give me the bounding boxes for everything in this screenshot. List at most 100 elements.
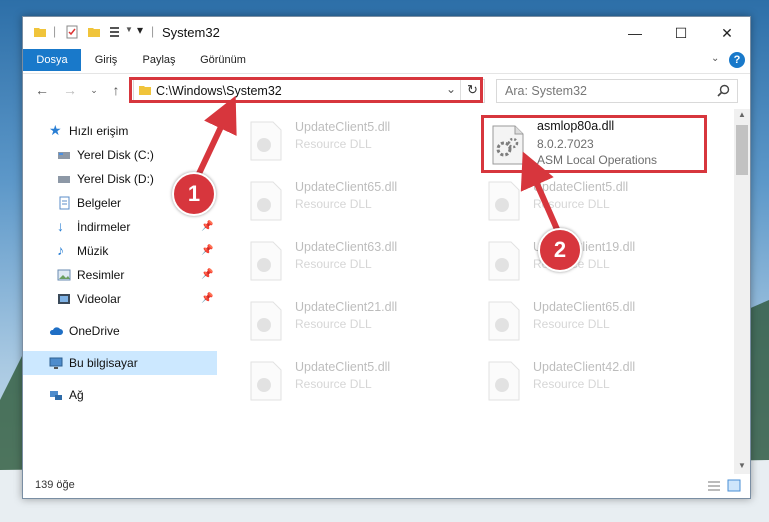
quick-access-dropdown-icon[interactable]: ▾ <box>137 23 143 37</box>
pin-icon[interactable]: 📌 <box>201 245 213 256</box>
new-folder-icon[interactable] <box>87 25 101 39</box>
details-view-icon[interactable] <box>707 480 721 492</box>
tab-paylas[interactable]: Paylaş <box>135 49 183 71</box>
file-type: Resource DLL <box>295 137 372 151</box>
file-name: UpdateClient65.dll <box>295 180 398 194</box>
sidebar-item-onedrive[interactable]: OneDrive <box>23 319 217 343</box>
sidebar-item-this-pc[interactable]: Bu bilgisayar <box>23 351 217 375</box>
tab-gorunum[interactable]: Görünüm <box>191 49 255 71</box>
list-item[interactable]: UpdateClient5.dll Resource DLL <box>481 175 711 225</box>
folder-icon <box>34 28 46 37</box>
file-name: UpdateClient65.dll <box>533 300 636 314</box>
vertical-scrollbar[interactable]: ▲ ▼ <box>734 109 750 474</box>
tab-giris[interactable]: Giriş <box>85 49 127 71</box>
network-icon <box>50 391 62 400</box>
file-type: Resource DLL <box>533 377 610 391</box>
maximize-button[interactable]: ☐ <box>658 17 704 49</box>
sidebar-item-network[interactable]: Ağ <box>23 383 217 407</box>
pictures-icon <box>57 269 71 281</box>
dll-file-icon <box>488 361 520 401</box>
file-type: Resource DLL <box>533 197 610 211</box>
pin-icon[interactable]: 📌 <box>201 293 213 304</box>
step-badge-1: 1 <box>172 172 216 216</box>
sidebar-item-label: Videolar <box>77 292 121 306</box>
list-item[interactable]: UpdateClient5.dll Resource DLL <box>243 355 473 405</box>
list-item[interactable]: UpdateClient42.dll Resource DLL <box>481 355 711 405</box>
list-item[interactable]: UpdateClient65.dll Resource DLL <box>481 295 711 345</box>
download-icon: ↓ <box>57 218 64 234</box>
sidebar-item-quick-access[interactable]: ★ Hızlı erişim <box>23 119 217 143</box>
separator: | <box>53 24 57 38</box>
scroll-down-icon[interactable]: ▼ <box>738 461 746 470</box>
file-name: UpdateClient5.dll <box>533 180 629 194</box>
dll-file-icon <box>250 241 282 281</box>
star-icon: ★ <box>49 122 62 138</box>
sidebar-item-label: Belgeler <box>77 196 122 210</box>
file-type: Resource DLL <box>295 317 372 331</box>
sidebar-item-music[interactable]: ♪ Müzik 📌 <box>23 239 217 263</box>
sidebar-item-label: İndirmeler <box>77 220 131 234</box>
ribbon-tabs: Dosya Giriş Paylaş Görünüm ⌄ ? <box>23 49 750 71</box>
file-name: UpdateClient42.dll <box>533 360 636 374</box>
up-arrow-icon[interactable]: ↑ <box>107 81 125 99</box>
file-type: Resource DLL <box>533 317 610 331</box>
dll-file-icon <box>250 361 282 401</box>
minimize-button[interactable]: — <box>612 17 658 49</box>
pin-icon[interactable]: 📌 <box>201 269 213 280</box>
item-count: 139 öğe <box>35 479 75 491</box>
list-item[interactable]: UpdateClient65.dll Resource DLL <box>243 175 473 225</box>
close-button[interactable]: ✕ <box>704 17 750 49</box>
step-badge-2: 2 <box>538 228 582 272</box>
list-item[interactable]: UpdateClient21.dll Resource DLL <box>243 295 473 345</box>
dll-file-icon <box>488 241 520 281</box>
properties-icon[interactable] <box>65 25 79 39</box>
computer-icon <box>49 357 63 369</box>
file-name: UpdateClient5.dll <box>295 360 391 374</box>
cloud-icon <box>49 327 63 335</box>
ribbon-expand-icon[interactable]: ⌄ <box>711 53 719 64</box>
search-placeholder: Ara: System32 <box>505 84 587 98</box>
sidebar-item-local-disk-c[interactable]: Yerel Disk (C:) <box>23 143 217 167</box>
list-item[interactable]: UpdateClient19.dll Resource DLL <box>481 235 711 285</box>
explorer-window: | ▼ ▾ | System32 — ☐ ✕ Dosya Giriş Payla… <box>22 16 751 499</box>
forward-arrow-icon[interactable]: → <box>61 81 79 99</box>
search-input[interactable]: Ara: System32 <box>496 79 738 103</box>
sidebar-item-label: Yerel Disk (C:) <box>77 148 154 162</box>
scrollbar-thumb[interactable] <box>736 125 748 175</box>
list-item[interactable]: UpdateClient5.dll Resource DLL <box>243 115 473 165</box>
file-type: Resource DLL <box>295 257 372 271</box>
sidebar-item-videos[interactable]: Videolar 📌 <box>23 287 217 311</box>
window-title: System32 <box>162 25 220 40</box>
list-item[interactable]: UpdateClient63.dll Resource DLL <box>243 235 473 285</box>
sidebar-item-downloads[interactable]: ↓ İndirmeler 📌 <box>23 215 217 239</box>
large-icons-view-icon[interactable] <box>727 479 741 492</box>
scroll-up-icon[interactable]: ▲ <box>738 110 746 119</box>
pin-icon[interactable]: 📌 <box>201 221 213 232</box>
title-bar: | ▼ ▾ | System32 — ☐ ✕ <box>23 17 750 49</box>
back-arrow-icon[interactable]: ← <box>33 81 51 99</box>
sidebar-item-label: Ağ <box>69 388 84 402</box>
music-icon: ♪ <box>57 242 64 258</box>
dll-file-icon <box>250 181 282 221</box>
drive-icon <box>58 176 70 183</box>
sidebar-item-pictures[interactable]: Resimler 📌 <box>23 263 217 287</box>
file-highlight-box <box>481 115 707 173</box>
file-type: Resource DLL <box>295 197 372 211</box>
sidebar-item-label: Yerel Disk (D:) <box>77 172 154 186</box>
recent-locations-icon[interactable]: ⌄ <box>85 81 103 99</box>
sidebar-item-label: OneDrive <box>69 324 120 338</box>
search-icon[interactable] <box>717 84 730 97</box>
chevron-down-icon[interactable]: ▼ <box>125 25 133 34</box>
drive-icon <box>58 152 70 159</box>
tab-dosya[interactable]: Dosya <box>23 49 81 71</box>
sidebar-item-label: Resimler <box>77 268 125 282</box>
navigation-pane: ★ Hızlı erişim Yerel Disk (C:) Yerel Dis… <box>23 109 217 474</box>
view-options-icon[interactable] <box>109 25 123 39</box>
separator: | <box>151 24 155 38</box>
file-list: UpdateClient5.dll Resource DLL UpdateCli… <box>219 109 735 474</box>
dll-file-icon <box>250 301 282 341</box>
address-highlight-box <box>129 77 483 103</box>
dll-file-icon <box>250 121 282 161</box>
sidebar-item-label: Hızlı erişim <box>69 124 129 138</box>
help-icon[interactable]: ? <box>729 52 745 68</box>
